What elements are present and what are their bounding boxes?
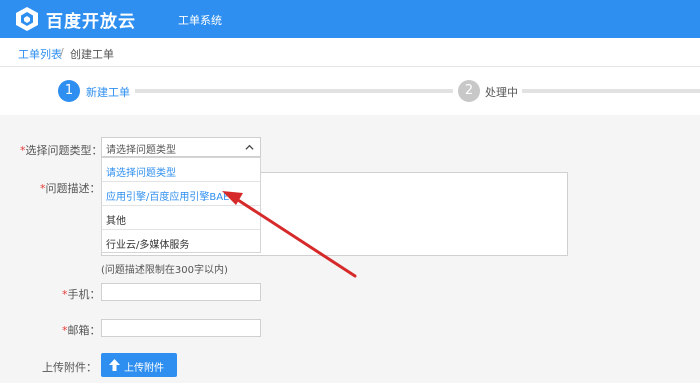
step-connector bbox=[135, 89, 453, 93]
option-label: 行业云/多媒体服务 bbox=[106, 240, 190, 251]
phone-label-text: 手机： bbox=[67, 288, 101, 301]
phone-input[interactable] bbox=[101, 283, 261, 301]
description-label: *问题描述： bbox=[40, 180, 101, 196]
problem-type-select[interactable]: 请选择问题类型 bbox=[101, 137, 261, 157]
step-1-label: 新建工单 bbox=[86, 86, 130, 99]
dropdown-option-app-engine[interactable]: 应用引擎/百度应用引擎BAE bbox=[102, 182, 260, 206]
problem-type-dropdown: 请选择问题类型 应用引擎/百度应用引擎BAE 其他 行业云/多媒体服务 bbox=[101, 157, 261, 253]
option-label: 请选择问题类型 bbox=[106, 168, 176, 179]
progress-steps: 1 新建工单 2 处理中 bbox=[0, 67, 700, 115]
dropdown-option-placeholder[interactable]: 请选择问题类型 bbox=[102, 158, 260, 182]
breadcrumb-separator: / bbox=[60, 46, 64, 59]
upload-button-label: 上传附件 bbox=[124, 363, 164, 374]
attachment-label: 上传附件： bbox=[42, 361, 97, 374]
step-2-number: 2 bbox=[458, 80, 480, 102]
phone-label: *手机： bbox=[62, 286, 101, 302]
step-1-number: 1 bbox=[58, 80, 80, 102]
option-label: 其他 bbox=[106, 216, 126, 227]
email-label: *邮箱： bbox=[62, 322, 101, 338]
step-2-label: 处理中 bbox=[485, 86, 518, 99]
upload-attachment-button[interactable]: 上传附件 bbox=[101, 353, 177, 377]
description-label-text: 问题描述： bbox=[45, 182, 101, 195]
dropdown-option-other[interactable]: 其他 bbox=[102, 206, 260, 230]
breadcrumb-current: 创建工单 bbox=[70, 48, 114, 61]
email-input[interactable] bbox=[101, 319, 261, 337]
logo[interactable]: 百度开放云 bbox=[14, 6, 136, 32]
breadcrumb: 工单列表 / 创建工单 bbox=[0, 38, 700, 67]
step-connector bbox=[522, 89, 700, 93]
system-title[interactable]: 工单系统 bbox=[178, 12, 222, 28]
option-label: 应用引擎/百度应用引擎BAE bbox=[106, 192, 230, 203]
chevron-up-icon bbox=[245, 144, 254, 150]
email-label-text: 邮箱： bbox=[67, 324, 101, 337]
breadcrumb-ticket-list-link[interactable]: 工单列表 bbox=[18, 46, 62, 62]
description-hint: (问题描述限制在300字以内) bbox=[101, 265, 228, 276]
active-step-pointer bbox=[65, 108, 79, 115]
upload-arrow-icon bbox=[109, 359, 120, 371]
cloud-logo-icon bbox=[16, 7, 38, 31]
logo-text: 百度开放云 bbox=[46, 11, 136, 32]
dropdown-option-industry-cloud[interactable]: 行业云/多媒体服务 bbox=[102, 230, 260, 254]
problem-type-selected-value: 请选择问题类型 bbox=[106, 145, 176, 156]
problem-type-label-text: 选择问题类型： bbox=[25, 144, 103, 157]
problem-type-label: *选择问题类型： bbox=[20, 142, 103, 158]
top-navigation-bar: 百度开放云 工单系统 bbox=[0, 0, 700, 38]
